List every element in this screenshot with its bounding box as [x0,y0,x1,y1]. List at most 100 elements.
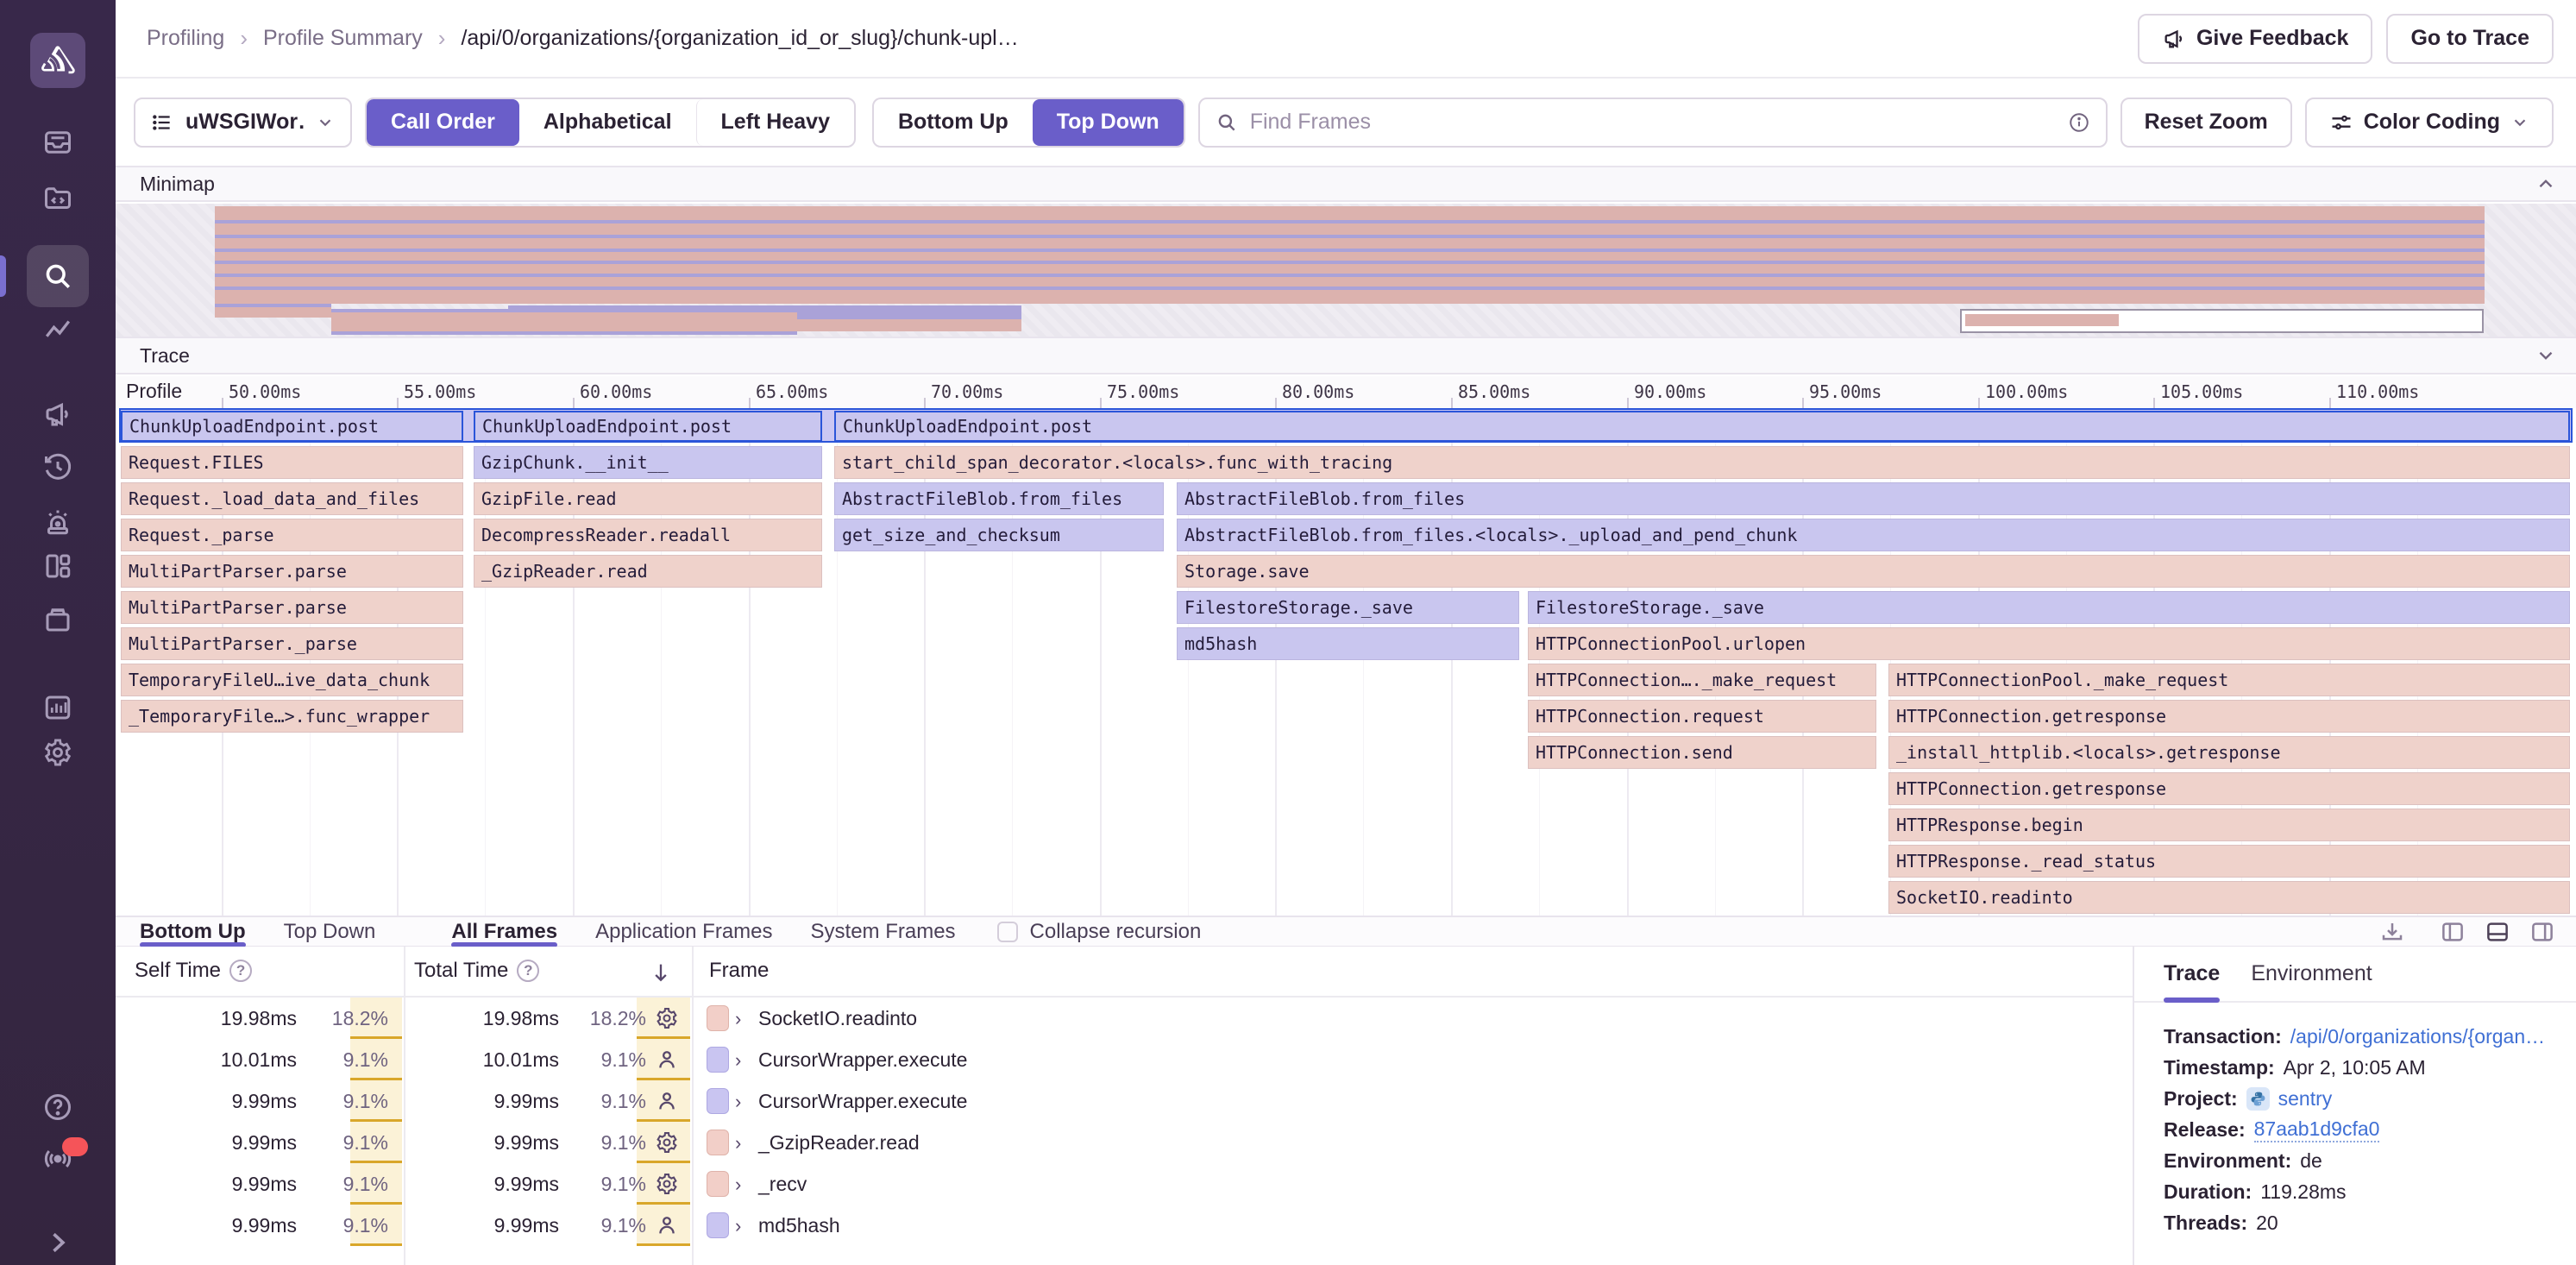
table-row[interactable]: 9.99ms9.1%9.99ms9.1%›CursorWrapper.execu… [116,1080,2133,1122]
flame-frame[interactable]: TemporaryFileU…ive_data_chunk [121,664,463,696]
detail-value[interactable]: sentry [2278,1087,2333,1111]
sort-call-order-button[interactable]: Call Order [367,99,519,146]
frame-name[interactable]: SocketIO.readinto [758,998,917,1039]
flame-frame[interactable]: ChunkUploadEndpoint.post [121,411,463,442]
collapse-recursion-toggle[interactable]: Collapse recursion [997,920,1202,944]
flame-frame[interactable]: HTTPResponse._read_status [1888,845,2570,878]
tab-bottom-up[interactable]: Bottom Up [140,917,246,946]
expand-chevron-icon[interactable]: › [735,1049,741,1072]
frame-name[interactable]: CursorWrapper.execute [758,1039,967,1080]
flame-frame[interactable]: HTTPResponse.begin [1888,809,2570,841]
flame-frame[interactable]: HTTPConnection.getresponse [1888,700,2570,733]
color-coding-dropdown[interactable]: Color Coding [2305,98,2554,148]
column-self-time[interactable]: Self Time? [135,959,252,983]
flame-frame[interactable]: start_child_span_decorator.<locals>.func… [834,446,2570,479]
flame-frame[interactable]: Request._parse [121,519,463,551]
frame-name[interactable]: md5hash [758,1205,840,1246]
flame-frame[interactable]: FilestoreStorage._save [1528,591,2570,624]
flamegraph[interactable]: ChunkUploadEndpoint.post ChunkUploadEndpo… [116,408,2576,916]
flame-frame[interactable]: md5hash [1177,627,1519,660]
minimap-viewport[interactable] [1960,309,2484,333]
flame-frame[interactable]: _GzipReader.read [474,555,822,588]
sentry-logo[interactable] [30,33,85,88]
breadcrumb-profile-summary[interactable]: Profile Summary [263,26,423,51]
table-row[interactable]: 9.99ms9.1%9.99ms9.1%›_GzipReader.read [116,1122,2133,1163]
find-frames-search[interactable] [1198,98,2108,148]
breadcrumb-profiling[interactable]: Profiling [147,26,224,51]
tab-trace[interactable]: Trace [2164,947,2220,1001]
flame-frame[interactable]: MultiPartParser._parse [121,627,463,660]
flame-frame[interactable]: get_size_and_checksum [834,519,1164,551]
flame-frame[interactable]: AbstractFileBlob.from_files.<locals>._up… [1177,519,2570,551]
frame-name[interactable]: _GzipReader.read [758,1122,920,1163]
flame-frame[interactable]: HTTPConnection.getresponse [1888,772,2570,805]
expand-chevron-icon[interactable] [42,1227,73,1258]
frame-name[interactable]: CursorWrapper.execute [758,1080,967,1122]
help-circle-icon[interactable]: ? [229,960,252,982]
flame-frame[interactable]: MultiPartParser.parse [121,591,463,624]
flame-frame[interactable]: Request.FILES [121,446,463,479]
alerts-siren-icon[interactable] [42,507,73,538]
flame-frame[interactable]: HTTPConnection.send [1528,736,1876,769]
explore-search-icon[interactable] [42,261,73,292]
detail-value[interactable]: 87aab1d9cfa0 [2254,1117,2380,1142]
flame-frame[interactable]: HTTPConnection.request [1528,700,1876,733]
column-frame[interactable]: Frame [709,959,769,983]
minimap[interactable] [116,204,2576,337]
tab-top-down[interactable]: Top Down [284,917,376,946]
expand-chevron-icon[interactable]: › [735,1174,741,1196]
flame-frame[interactable]: AbstractFileBlob.from_files [1177,482,2570,515]
flame-frame[interactable]: HTTPConnection…._make_request [1528,664,1876,696]
help-circle-icon[interactable]: ? [517,960,539,982]
flame-frame[interactable]: Storage.save [1177,555,2570,588]
settings-gear-icon[interactable] [42,737,73,768]
bottom-up-button[interactable]: Bottom Up [874,99,1033,146]
reset-zoom-button[interactable]: Reset Zoom [2120,98,2292,148]
collapse-recursion-checkbox[interactable] [997,922,1018,942]
minimap-header[interactable]: Minimap [116,166,2576,202]
flame-frame[interactable]: HTTPConnectionPool.urlopen [1528,627,2570,660]
thread-selector-dropdown[interactable]: uWSGIWor… [134,98,352,148]
flame-frame[interactable]: ChunkUploadEndpoint.post [834,411,2570,442]
sort-alphabetical-button[interactable]: Alphabetical [519,99,696,146]
give-feedback-button[interactable]: Give Feedback [2138,14,2372,64]
table-row[interactable]: 9.99ms9.1%9.99ms9.1%›md5hash [116,1205,2133,1246]
flame-frame[interactable]: ChunkUploadEndpoint.post [474,411,822,442]
search-input[interactable] [1250,110,2056,135]
flame-frame[interactable]: DecompressReader.readall [474,519,822,551]
layout-bottom-panel-icon[interactable] [2485,919,2510,945]
flame-frame[interactable]: FilestoreStorage._save [1177,591,1519,624]
chevron-up-icon[interactable] [2535,173,2557,195]
flame-frame[interactable]: Request._load_data_and_files [121,482,463,515]
performance-zigzag-icon[interactable] [42,315,73,346]
expand-chevron-icon[interactable]: › [735,1215,741,1237]
table-row[interactable]: 19.98ms18.2%19.98ms18.2%›SocketIO.readin… [116,998,2133,1039]
layout-right-panel-icon[interactable] [2529,919,2555,945]
replays-clock-icon[interactable] [42,451,73,482]
stats-chart-icon[interactable] [42,692,73,723]
download-icon[interactable] [2379,919,2405,945]
layout-left-panel-icon[interactable] [2440,919,2466,945]
code-folder-icon[interactable] [42,183,73,214]
frame-name[interactable]: _recv [758,1163,807,1205]
trace-section-header[interactable]: Trace [116,337,2576,374]
go-to-trace-button[interactable]: Go to Trace [2386,14,2554,64]
flame-frame[interactable]: GzipFile.read [474,482,822,515]
flame-frame[interactable]: HTTPConnectionPool._make_request [1888,664,2570,696]
flame-frame[interactable]: _TemporaryFile…>.func_wrapper [121,700,463,733]
flame-frame[interactable]: _install_httplib.<locals>.getresponse [1888,736,2570,769]
tab-application-frames[interactable]: Application Frames [595,917,772,946]
issues-icon[interactable] [42,127,73,158]
expand-chevron-icon[interactable]: › [735,1132,741,1155]
table-row[interactable]: 10.01ms9.1%10.01ms9.1%›CursorWrapper.exe… [116,1039,2133,1080]
dashboards-grid-icon[interactable] [42,551,73,582]
tab-environment[interactable]: Environment [2251,947,2372,1001]
help-icon[interactable] [42,1092,73,1123]
expand-chevron-icon[interactable]: › [735,1008,741,1030]
flame-frame[interactable]: SocketIO.readinto [1888,881,2570,914]
flame-frame[interactable]: GzipChunk.__init__ [474,446,822,479]
archive-box-icon[interactable] [42,604,73,635]
megaphone-icon[interactable] [42,399,73,430]
flame-frame[interactable]: AbstractFileBlob.from_files [834,482,1164,515]
detail-value[interactable]: /api/0/organizations/{organ… [2290,1025,2545,1048]
